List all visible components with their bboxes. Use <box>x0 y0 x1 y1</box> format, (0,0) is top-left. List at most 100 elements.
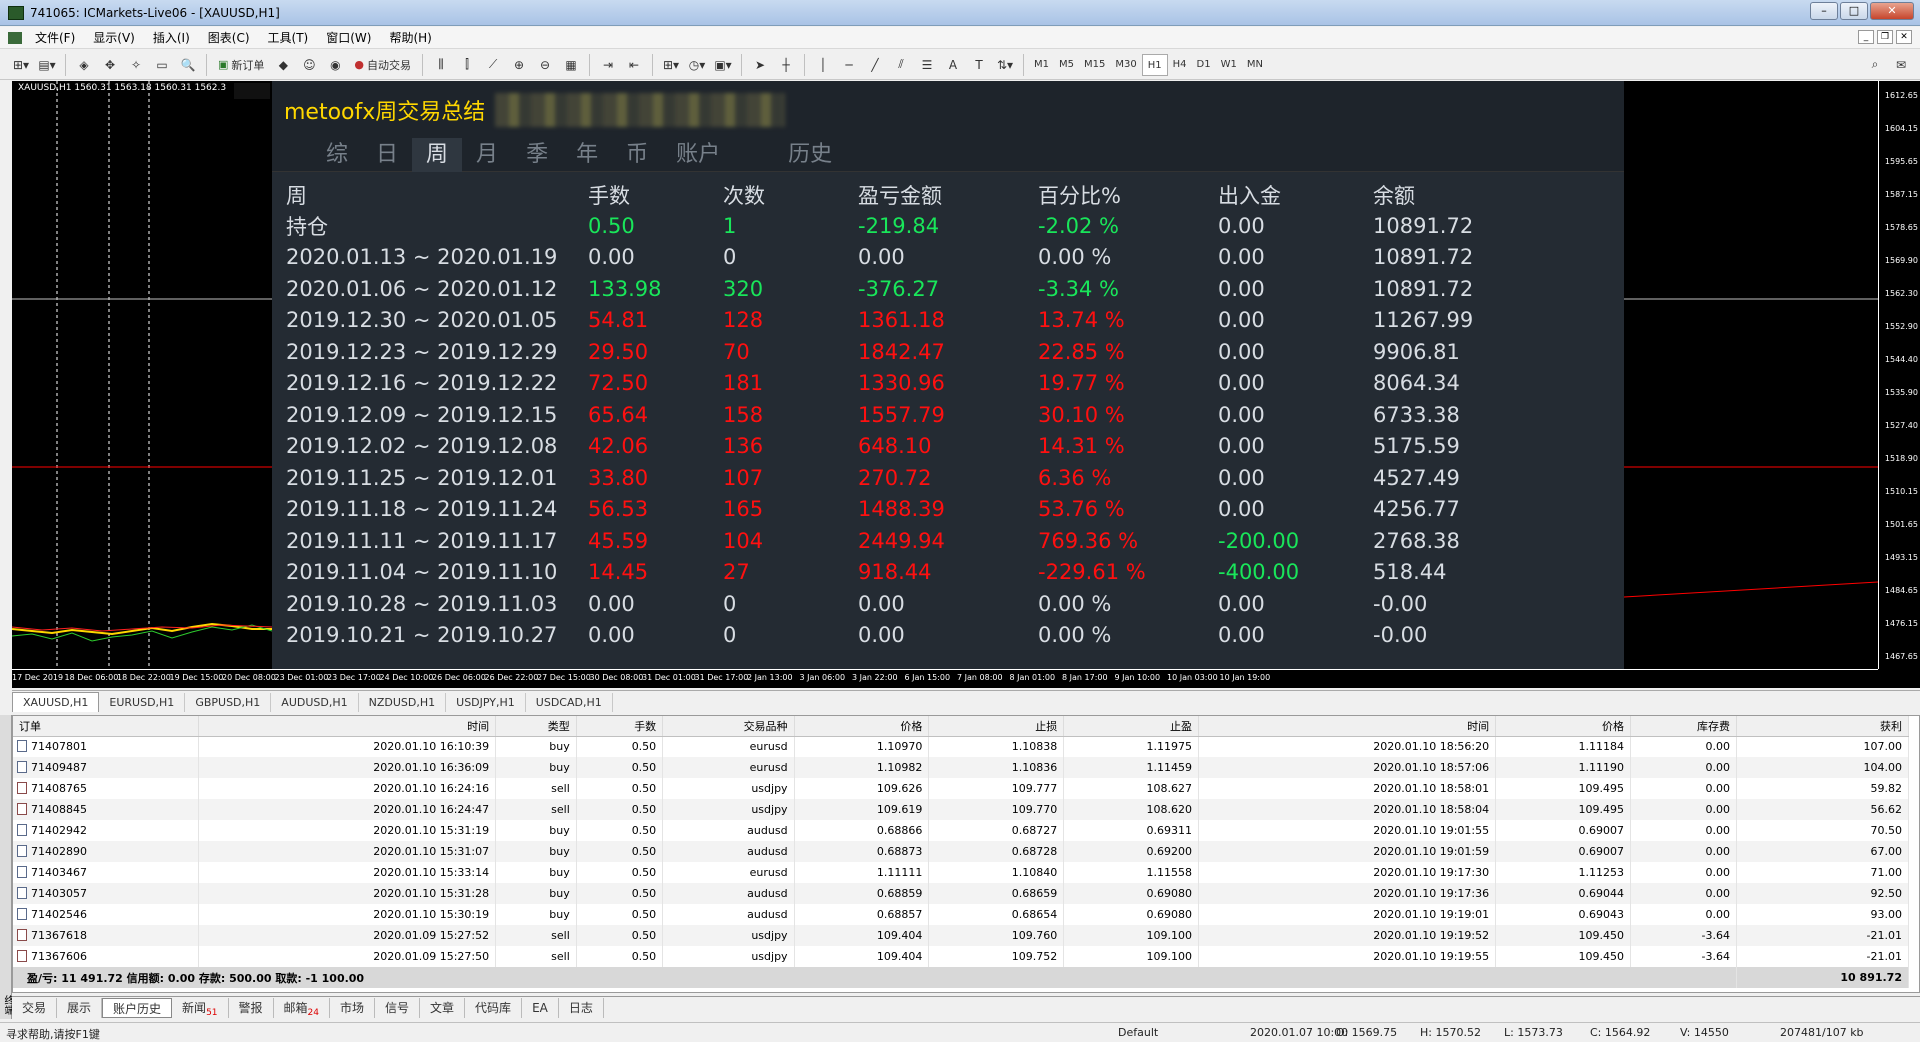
timeframe-m15[interactable]: M15 <box>1079 54 1110 76</box>
history-column-header[interactable]: 时间 <box>1198 716 1497 737</box>
panel-tab-quarter[interactable]: 季 <box>512 138 562 172</box>
chart-tab[interactable]: NZDUSD,H1 <box>359 693 447 712</box>
history-column-header[interactable]: 交易品种 <box>662 716 795 737</box>
new-order-button[interactable]: ▣ 新订单 <box>214 54 268 76</box>
text-label-icon[interactable]: T <box>968 54 990 76</box>
search-icon[interactable]: ⌕ <box>1864 54 1886 76</box>
auto-trading-button[interactable]: ● 自动交易 <box>350 54 415 76</box>
menu-view[interactable]: 显示(V) <box>84 29 144 46</box>
chat-icon[interactable]: ✉ <box>1890 54 1912 76</box>
history-column-header[interactable]: 价格 <box>794 716 930 737</box>
terminal-tab[interactable]: 日志 <box>559 998 604 1018</box>
vertical-line-icon[interactable]: │ <box>812 54 834 76</box>
crosshair-icon[interactable]: ┼ <box>775 54 797 76</box>
chart-close-box[interactable] <box>234 83 270 99</box>
channel-icon[interactable]: ⫽ <box>890 54 912 76</box>
history-column-header[interactable]: 库存费 <box>1630 716 1737 737</box>
menu-insert[interactable]: 插入(I) <box>144 29 199 46</box>
terminal-tab[interactable]: 展示 <box>57 998 103 1018</box>
history-column-header[interactable]: 类型 <box>495 716 577 737</box>
timeframe-h1[interactable]: H1 <box>1141 53 1168 76</box>
history-column-header[interactable]: 订单 <box>13 716 200 737</box>
bar-chart-icon[interactable]: ⫼ <box>430 54 452 76</box>
timeframe-d1[interactable]: D1 <box>1192 54 1216 76</box>
fibonacci-icon[interactable]: ☰ <box>916 54 938 76</box>
chart-tab[interactable]: AUDUSD,H1 <box>271 693 359 712</box>
history-column-header[interactable]: 手数 <box>576 716 664 737</box>
terminal-side-bar[interactable]: 终端 <box>0 715 13 1019</box>
text-icon[interactable]: A <box>942 54 964 76</box>
time-axis[interactable]: 17 Dec 2019 18 Dec 06:00 18 Dec 22:00 19 De… <box>12 669 1878 688</box>
chart-tab[interactable]: XAUUSD,H1 <box>12 692 100 712</box>
terminal-tab[interactable]: 邮箱24 <box>274 998 330 1018</box>
zoom-out-icon[interactable]: ⊖ <box>534 54 556 76</box>
panel-tab-day[interactable]: 日 <box>362 138 412 172</box>
history-row[interactable]: 71408765 2020.01.10 16:24:16 sell 0.50 usdjp… <box>13 778 1910 799</box>
timeframe-m5[interactable]: M5 <box>1054 54 1079 76</box>
minimize-button[interactable]: – <box>1810 2 1838 20</box>
cursor-icon[interactable]: ➤ <box>749 54 771 76</box>
menu-charts[interactable]: 图表(C) <box>199 29 259 46</box>
panel-tab-year[interactable]: 年 <box>562 138 612 172</box>
line-chart-icon[interactable]: ⟋ <box>482 54 504 76</box>
history-column-header[interactable]: 止损 <box>928 716 1065 737</box>
mdi-close-button[interactable]: ✕ <box>1896 30 1912 44</box>
terminal-tab[interactable]: EA <box>522 998 559 1018</box>
panel-tab-month[interactable]: 月 <box>462 138 512 172</box>
timeframe-h4[interactable]: H4 <box>1168 54 1192 76</box>
history-row[interactable]: 71403057 2020.01.10 15:31:28 buy 0.50 audusd… <box>13 883 1910 904</box>
strategy-tester-icon[interactable]: 🔍 <box>177 54 199 76</box>
terminal-tab[interactable]: 账户历史 <box>102 998 173 1018</box>
history-column-header[interactable]: 止盈 <box>1063 716 1200 737</box>
history-column-header[interactable]: 时间 <box>198 716 497 737</box>
menu-help[interactable]: 帮助(H) <box>380 29 440 46</box>
history-row[interactable]: 71407801 2020.01.10 16:10:39 buy 0.50 eurusd… <box>13 736 1910 757</box>
terminal-tab[interactable]: 新闻51 <box>172 998 229 1018</box>
metaeditor-icon[interactable]: ◆ <box>272 54 294 76</box>
candlestick-icon[interactable]: ⫿ <box>456 54 478 76</box>
history-row[interactable]: 71402546 2020.01.10 15:30:19 buy 0.50 audusd… <box>13 904 1910 925</box>
history-row[interactable]: 71402890 2020.01.10 15:31:07 buy 0.50 audusd… <box>13 841 1910 862</box>
terminal-tab[interactable]: 市场 <box>330 998 376 1018</box>
menu-file[interactable]: 文件(F) <box>26 29 84 46</box>
history-column-header[interactable]: 价格 <box>1495 716 1631 737</box>
navigator-icon[interactable]: ✧ <box>125 54 147 76</box>
panel-tab-history[interactable]: 历史 <box>774 138 846 172</box>
zoom-in-icon[interactable]: ⊕ <box>508 54 530 76</box>
data-window-icon[interactable]: ✥ <box>99 54 121 76</box>
trendline-icon[interactable]: ╱ <box>864 54 886 76</box>
new-chart-icon[interactable]: ⊞▾ <box>10 54 32 76</box>
periods-icon[interactable]: ◷▾ <box>686 54 708 76</box>
maximize-button[interactable]: □ <box>1840 2 1868 20</box>
menu-tools[interactable]: 工具(T) <box>259 29 318 46</box>
terminal-icon[interactable]: ▭ <box>151 54 173 76</box>
terminal-tab[interactable]: 文章 <box>420 998 466 1018</box>
panel-tab-week[interactable]: 周 <box>412 137 463 172</box>
panel-tab-overview[interactable]: 综 <box>312 138 362 172</box>
timeframe-mn[interactable]: MN <box>1242 54 1268 76</box>
autoscroll-icon[interactable]: ⇥ <box>597 54 619 76</box>
horizontal-line-icon[interactable]: ─ <box>838 54 860 76</box>
terminal-tab[interactable]: 代码库 <box>465 998 523 1018</box>
timeframe-m1[interactable]: M1 <box>1029 54 1054 76</box>
history-column-header[interactable]: 获利 <box>1736 716 1910 737</box>
chart-tab[interactable]: GBPUSD,H1 <box>185 693 272 712</box>
templates-icon[interactable]: ▣▾ <box>712 54 734 76</box>
panel-tab-account[interactable]: 账户 <box>662 138 734 172</box>
mdi-restore-button[interactable]: ❐ <box>1877 30 1893 44</box>
panel-tab-currency[interactable]: 币 <box>612 138 662 172</box>
chart-shift-icon[interactable]: ⇤ <box>623 54 645 76</box>
chart-tab[interactable]: EURUSD,H1 <box>99 693 186 712</box>
history-row[interactable]: 71402942 2020.01.10 15:31:19 buy 0.50 audusd… <box>13 820 1910 841</box>
terminal-tab[interactable]: 警报 <box>229 998 274 1018</box>
arrows-icon[interactable]: ⇅▾ <box>994 54 1016 76</box>
timeframe-w1[interactable]: W1 <box>1216 54 1242 76</box>
tile-windows-icon[interactable]: ▦ <box>560 54 582 76</box>
terminal-tab[interactable]: 信号 <box>375 998 421 1018</box>
history-row[interactable]: 71409487 2020.01.10 16:36:09 buy 0.50 eurusd… <box>13 757 1910 778</box>
signals-icon[interactable]: ☺ <box>298 54 320 76</box>
chart-window[interactable]: XAUUSD,H1 1560.31 1563.18 1560.31 1562.3… <box>12 81 1920 688</box>
chart-tab[interactable]: USDCAD,H1 <box>526 693 613 712</box>
history-row[interactable]: 71408845 2020.01.10 16:24:47 sell 0.50 usdjp… <box>13 799 1910 820</box>
vps-icon[interactable]: ◉ <box>324 54 346 76</box>
